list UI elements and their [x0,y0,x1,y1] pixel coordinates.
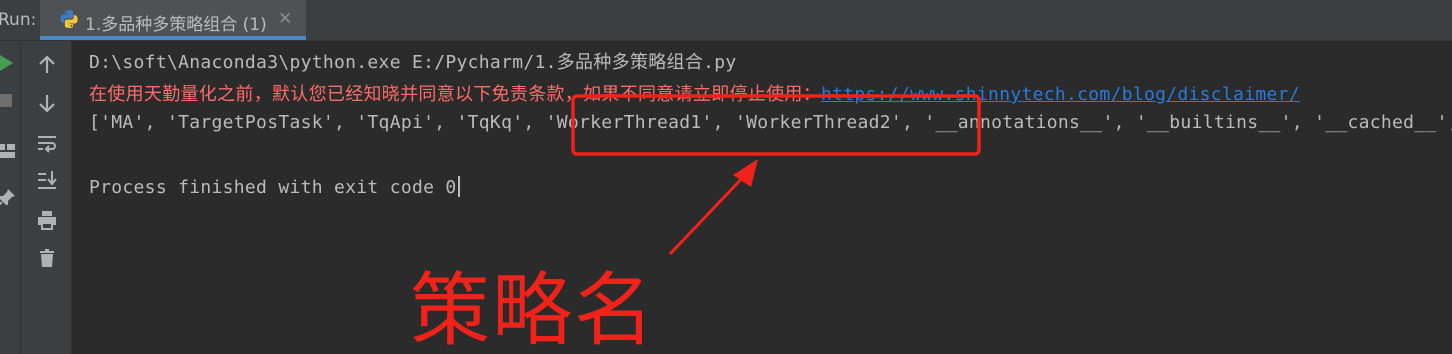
python-icon [60,10,78,28]
tab-title: 1.多品种多策略组合 (1) [85,15,267,35]
pin-icon[interactable] [0,186,18,210]
output-line: ['MA', 'TargetPosTask', 'TqApi', 'TqKq',… [89,112,1452,133]
scroll-to-end-icon[interactable] [35,168,59,192]
run-actions-toolbar [0,41,21,354]
console-toolbar [21,41,72,354]
disclaimer-line: 在使用天勤量化之前，默认您已经知晓并同意以下免责条款，如果不同意请立即停止使用：… [89,80,1300,106]
close-icon[interactable]: ✕ [278,9,292,29]
tab-run-config[interactable]: 1.多品种多策略组合 (1) ✕ [40,0,306,40]
run-label: Run: [0,10,37,30]
print-icon[interactable] [35,208,59,232]
exit-message-line: Process finished with exit code 0 [89,176,460,198]
layout-icon[interactable] [0,139,18,163]
up-arrow-icon[interactable] [35,53,59,77]
trash-icon[interactable] [35,246,59,270]
output-suffix: '__annotations__', '__builtins__', '__ca… [924,112,1452,133]
output-prefix: ['MA', 'TargetPosTask', 'TqApi', 'TqKq', [89,112,546,133]
stop-icon[interactable] [0,89,18,113]
exit-message: Process finished with exit code 0 [89,177,457,198]
run-tool-window: Run: 1.多品种多策略组合 (1) ✕ D:\soft\Anaconda3\… [0,0,1452,354]
tab-active-indicator [40,36,306,40]
down-arrow-icon[interactable] [35,91,59,115]
console-output[interactable]: D:\soft\Anaconda3\python.exe E:/Pycharm/… [72,41,1452,354]
output-highlight: 'WorkerThread1', 'WorkerThread2', [545,112,925,133]
run-tab-bar: Run: 1.多品种多策略组合 (1) ✕ [0,0,1452,41]
disclaimer-link[interactable]: https://www.shinnytech.com/blog/disclaim… [821,84,1300,105]
text-caret [457,176,460,197]
command-line: D:\soft\Anaconda3\python.exe E:/Pycharm/… [89,52,737,73]
run-icon[interactable] [0,51,18,75]
soft-wrap-icon[interactable] [35,131,59,155]
disclaimer-text: 在使用天勤量化之前，默认您已经知晓并同意以下免责条款，如果不同意请立即停止使用： [89,84,821,105]
annotation-label: 策略名 [410,264,656,354]
